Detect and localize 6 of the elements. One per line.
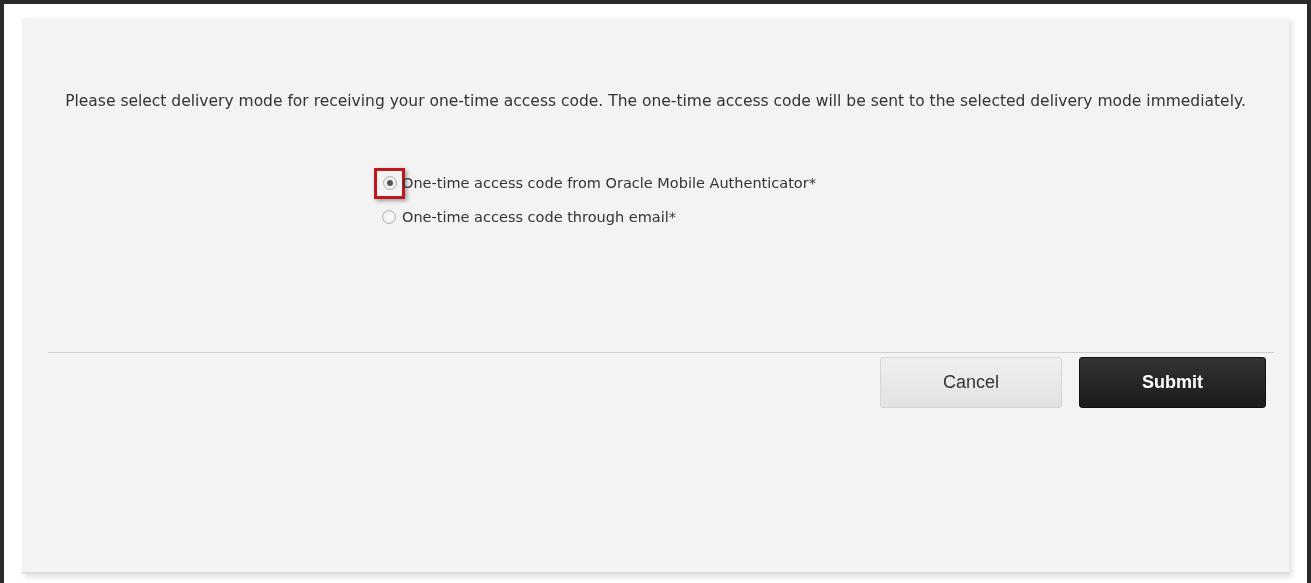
option-label: One-time access code through email* bbox=[402, 209, 676, 225]
radio-button[interactable] bbox=[382, 176, 397, 190]
radio-button[interactable] bbox=[382, 210, 396, 224]
submit-button[interactable]: Submit bbox=[1079, 357, 1266, 408]
instruction-text: Please select delivery mode for receiving your one-time access code. The one-time access code will be sent to the selected delivery mode immediately. bbox=[64, 91, 1247, 112]
cancel-button[interactable]: Cancel bbox=[880, 357, 1062, 408]
